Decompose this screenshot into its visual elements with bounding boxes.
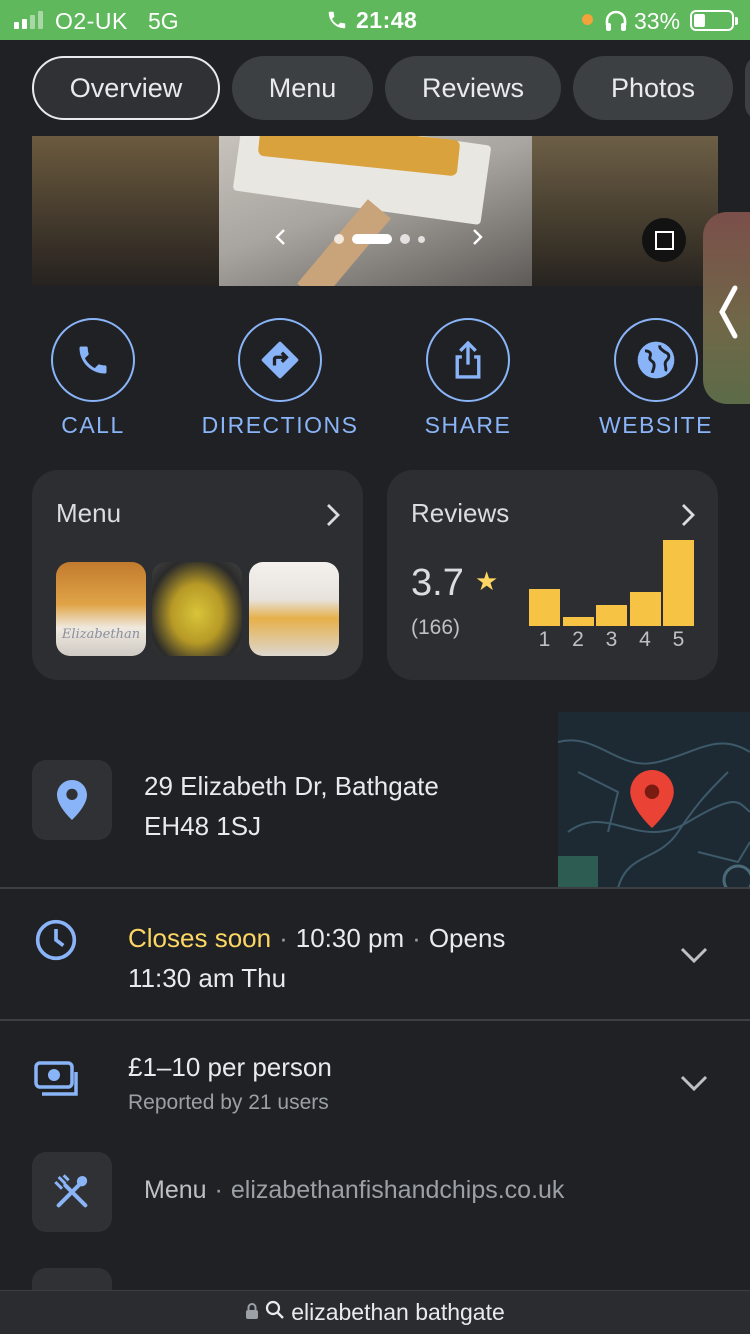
battery-icon — [690, 10, 738, 31]
svg-text:Elizabethan: Elizabethan — [61, 627, 140, 642]
map-pin-marker-icon — [630, 770, 674, 828]
rating-bar-label: 2 — [572, 628, 584, 651]
review-count: (166) — [411, 616, 461, 639]
call-label: CALL — [61, 412, 125, 438]
clock-time: 21:48 — [356, 7, 418, 33]
photo-pager — [274, 224, 484, 254]
rating-bar-5 — [663, 540, 694, 626]
photo-carousel[interactable] — [32, 136, 718, 286]
privacy-indicator-dot — [582, 14, 593, 25]
website-label: WEBSITE — [598, 412, 713, 438]
network-type: 5G — [148, 8, 179, 34]
tab-photos[interactable]: Photos — [573, 56, 733, 120]
chevron-right-icon — [680, 502, 696, 533]
chevron-right-icon — [325, 502, 341, 533]
headphones-icon — [604, 10, 628, 38]
photo-thumbnail[interactable] — [32, 136, 220, 286]
tab-overview[interactable]: Overview — [32, 56, 220, 120]
elizabethan-logo-image: Elizabethan — [61, 627, 140, 642]
chevron-left-icon[interactable] — [274, 228, 288, 251]
cutlery-icon — [32, 1152, 112, 1232]
reviews-card[interactable]: Reviews 3.7 ★ (166) 12345 — [387, 470, 718, 680]
battery-percentage: 33% — [634, 8, 681, 34]
rating-bar-label: 3 — [605, 628, 618, 651]
money-icon — [34, 1060, 80, 1103]
phone-call-icon — [326, 9, 348, 37]
price-range: £1–10 per person — [128, 1052, 332, 1082]
menu-photo[interactable] — [152, 562, 242, 656]
phone-icon — [51, 318, 135, 402]
opening-time: 11:30 am Thu — [128, 963, 287, 993]
directions-icon — [238, 318, 322, 402]
menu-photo[interactable] — [249, 562, 339, 656]
url-bar-query: elizabethan bathgate — [291, 1299, 505, 1325]
reviews-card-title: Reviews — [411, 498, 510, 528]
website-button[interactable]: WEBSITE — [576, 318, 736, 442]
pager-dots — [333, 234, 425, 244]
tab-reviews[interactable]: Reviews — [385, 56, 561, 120]
menu-card-title: Menu — [56, 498, 122, 528]
rating-distribution: 12345 — [529, 540, 699, 651]
closes-soon-label: Closes soon — [128, 923, 272, 953]
chevron-down-icon[interactable] — [680, 1074, 708, 1097]
rating-value: 3.7 — [411, 562, 464, 604]
share-label: SHARE — [424, 412, 512, 438]
rating-bar-label: 1 — [538, 628, 551, 651]
address-text[interactable]: 29 Elizabeth Dr, Bathgate EH48 1SJ — [144, 766, 439, 846]
fullscreen-icon[interactable] — [642, 218, 686, 262]
menu-card[interactable]: Menu Elizabethan — [32, 470, 363, 680]
carrier-name: O2-UK — [55, 8, 128, 34]
menu-website-link[interactable]: Menu · elizabethanfishandchips.co.uk — [144, 1176, 564, 1205]
address-line-2: EH48 1SJ — [144, 811, 262, 841]
chevron-right-icon[interactable] — [470, 228, 484, 251]
address-line-1: 29 Elizabeth Dr, Bathgate — [144, 771, 439, 801]
photo-main[interactable] — [219, 136, 532, 286]
rating-bar-label: 4 — [639, 628, 651, 651]
opens-label: Opens — [428, 923, 506, 953]
place-tabs: Overview Menu Reviews Photos — [0, 56, 750, 120]
clock-icon — [34, 918, 78, 967]
menu-link-label: Menu — [144, 1176, 207, 1204]
rating-bar-4 — [629, 592, 661, 626]
rating-bar-label: 5 — [672, 628, 685, 651]
lock-icon — [245, 1299, 259, 1326]
share-icon — [426, 318, 510, 402]
map-thumbnail[interactable] — [558, 712, 750, 888]
globe-icon — [614, 318, 698, 402]
price-info[interactable]: £1–10 per person Reported by 21 users — [128, 1052, 332, 1115]
rating-bar-3 — [596, 605, 627, 626]
divider — [0, 887, 750, 889]
rating-bar-2 — [562, 617, 594, 626]
divider — [0, 1019, 750, 1021]
map-pin-icon — [32, 760, 112, 840]
directions-button[interactable]: DIRECTIONS — [200, 318, 360, 442]
browser-url-bar[interactable]: elizabethan bathgate — [0, 1290, 750, 1334]
search-icon — [265, 1299, 285, 1326]
menu-photo[interactable]: Elizabethan — [56, 562, 146, 656]
signal-icon — [14, 11, 43, 29]
tab-overflow-edge[interactable] — [745, 56, 750, 120]
star-icon: ★ — [475, 566, 499, 596]
directions-label: DIRECTIONS — [201, 412, 359, 438]
status-bar: O2-UK 5G 21:48 33% — [0, 0, 750, 40]
closing-time: 10:30 pm — [295, 923, 405, 953]
rating-bar-1 — [529, 589, 560, 626]
price-reported-by: Reported by 21 users — [128, 1091, 329, 1114]
menu-link-url: elizabethanfishandchips.co.uk — [230, 1176, 565, 1204]
photo-thumbnail[interactable] — [532, 136, 718, 286]
tab-menu[interactable]: Menu — [232, 56, 373, 120]
share-button[interactable]: SHARE — [388, 318, 548, 442]
call-button[interactable]: CALL — [13, 318, 173, 442]
hours-text[interactable]: Closes soon · 10:30 pm · Opens 11:30 am Thu — [128, 918, 505, 998]
chevron-down-icon[interactable] — [680, 946, 708, 969]
